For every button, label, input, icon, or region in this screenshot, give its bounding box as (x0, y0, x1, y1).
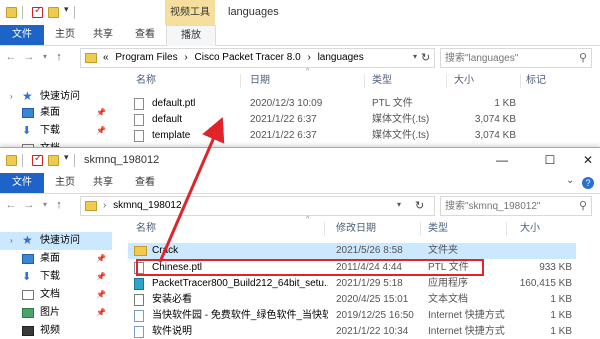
arrow-annotation (158, 116, 225, 263)
arrow-line (158, 116, 225, 263)
